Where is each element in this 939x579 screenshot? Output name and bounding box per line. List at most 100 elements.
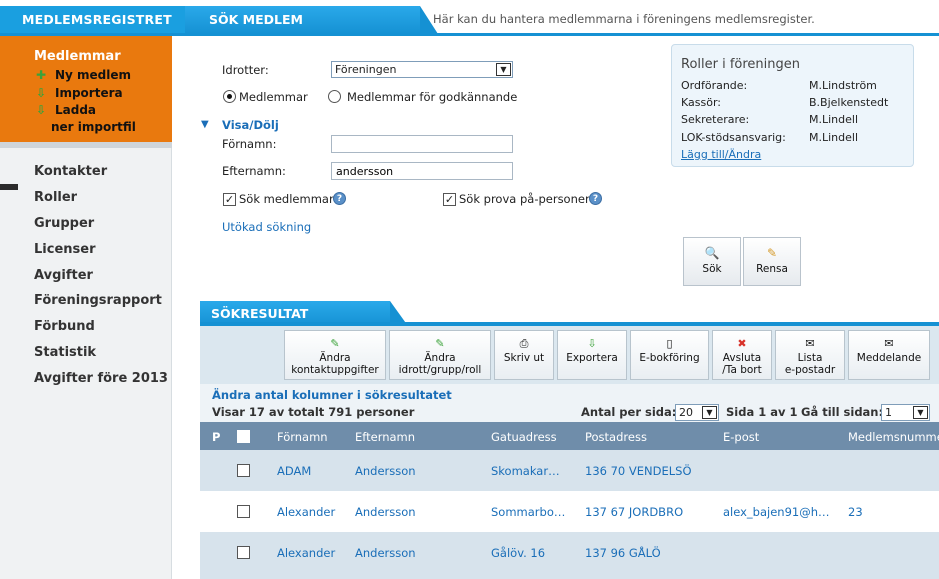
goto-label: Gå till sidan: bbox=[801, 405, 884, 419]
extended-search-link[interactable]: Utökad sökning bbox=[222, 220, 311, 234]
pencil-icon: ✎ bbox=[435, 337, 445, 350]
visa-dolj-toggle[interactable]: Visa/Dölj bbox=[222, 118, 279, 132]
pencil-icon: ✎ bbox=[766, 246, 778, 260]
sidebar-item-statistik[interactable]: Statistik bbox=[34, 345, 96, 360]
goto-page-value: 1 bbox=[885, 406, 892, 419]
cell-fornamn[interactable]: ADAM bbox=[277, 464, 311, 478]
sidebar-item-avgifter[interactable]: Avgifter bbox=[34, 268, 93, 283]
print-icon: ⎙ bbox=[519, 337, 529, 350]
fornamn-label: Förnamn: bbox=[222, 137, 277, 151]
help-icon[interactable]: ? bbox=[333, 192, 346, 205]
cell-efternamn[interactable]: Andersson bbox=[355, 546, 416, 560]
column-header-gatuadress[interactable]: Gatuadress bbox=[491, 430, 557, 444]
delete-icon: ✖ bbox=[737, 337, 747, 350]
sidebar-item-licenser[interactable]: Licenser bbox=[34, 242, 95, 257]
plus-icon: ✚ bbox=[36, 68, 47, 82]
column-header-fornamn[interactable]: Förnamn bbox=[277, 430, 328, 444]
sidebar-item-forbund[interactable]: Förbund bbox=[34, 319, 95, 334]
row-checkbox[interactable] bbox=[237, 546, 250, 559]
ebookkeeping-button[interactable]: ▯ E-bokföring bbox=[630, 330, 709, 380]
sidebar: Medlemmar ✚ Ny medlem ⇩ Importera ⇩ Ladd… bbox=[0, 36, 172, 579]
print-button[interactable]: ⎙ Skriv ut bbox=[494, 330, 554, 380]
cell-fornamn[interactable]: Alexander bbox=[277, 546, 335, 560]
cell-gatuadress[interactable]: Sommarbo… bbox=[491, 505, 565, 519]
chevron-down-icon: ▼ bbox=[496, 63, 511, 76]
column-header-p[interactable]: P bbox=[212, 430, 220, 444]
sidebar-item-grupper[interactable]: Grupper bbox=[34, 216, 94, 231]
cell-postadress[interactable]: 136 70 VENDELSÖ bbox=[585, 464, 692, 478]
column-header-postadress[interactable]: Postadress bbox=[585, 430, 647, 444]
cell-fornamn[interactable]: Alexander bbox=[277, 505, 335, 519]
sidebar-item-ladda[interactable]: Ladda bbox=[55, 103, 96, 117]
edit-sport-group-button[interactable]: ✎ Ändra idrott/grupp/roll bbox=[389, 330, 491, 380]
idrotter-label: Idrotter: bbox=[222, 63, 269, 77]
idrotter-selected-value: Föreningen bbox=[335, 63, 397, 76]
magnifier-icon: 🔍 bbox=[704, 246, 720, 260]
column-header-efternamn[interactable]: Efternamn bbox=[355, 430, 415, 444]
terminate-delete-button[interactable]: ✖ Avsluta /Ta bort bbox=[712, 330, 772, 380]
check-trial[interactable]: ✓ bbox=[443, 193, 456, 206]
edit-contact-button[interactable]: ✎ Ändra kontaktuppgifter bbox=[284, 330, 386, 380]
cell-efternamn[interactable]: Andersson bbox=[355, 505, 416, 519]
sidebar-item-roller[interactable]: Roller bbox=[34, 190, 77, 205]
change-columns-link[interactable]: Ändra antal kolumner i sökresultatet bbox=[212, 388, 452, 402]
message-button[interactable]: ✉ Meddelande bbox=[848, 330, 930, 380]
efternamn-input[interactable] bbox=[331, 162, 513, 180]
sidebar-item-importera[interactable]: Importera bbox=[55, 86, 123, 100]
help-icon[interactable]: ? bbox=[589, 192, 602, 205]
radio-members-label: Medlemmar bbox=[239, 90, 308, 104]
message-icon: ✉ bbox=[884, 337, 894, 350]
cell-gatuadress[interactable]: Skomakar… bbox=[491, 464, 560, 478]
export-button[interactable]: ⇩ Exportera bbox=[557, 330, 627, 380]
idrotter-select[interactable]: Föreningen ▼ bbox=[331, 61, 513, 78]
role-name: M.Lindell bbox=[809, 131, 859, 144]
button-label: Meddelande bbox=[856, 352, 922, 364]
page-tagline: Här kan du hantera medlemmarna i förenin… bbox=[433, 12, 815, 26]
per-page-select[interactable]: 20 ▼ bbox=[675, 404, 719, 421]
cell-epost[interactable]: alex_bajen91@h… bbox=[723, 505, 830, 519]
cell-medlemsnummer[interactable]: 23 bbox=[848, 505, 863, 519]
sidebar-item-avgifter-fore-2013[interactable]: Avgifter före 2013 bbox=[34, 371, 168, 386]
cell-postadress[interactable]: 137 96 GÅLÖ bbox=[585, 546, 661, 560]
efternamn-label: Efternamn: bbox=[222, 164, 286, 178]
cell-postadress[interactable]: 137 67 JORDBRO bbox=[585, 505, 683, 519]
sidebar-item-kontakter[interactable]: Kontakter bbox=[34, 164, 107, 179]
sidebar-section-title[interactable]: Medlemmar bbox=[34, 49, 121, 64]
button-label: E-bokföring bbox=[639, 352, 700, 364]
sidebar-section-medlemmar: Medlemmar ✚ Ny medlem ⇩ Importera ⇩ Ladd… bbox=[0, 36, 172, 148]
radio-approval[interactable] bbox=[328, 90, 341, 103]
radio-approval-label: Medlemmar för godkännande bbox=[347, 90, 518, 104]
table-row: Alexander Andersson Gålöv. 16 137 96 GÅL… bbox=[200, 532, 939, 579]
pencil-icon: ✎ bbox=[330, 337, 340, 350]
chevron-down-icon: ▼ bbox=[913, 406, 928, 419]
cell-efternamn[interactable]: Andersson bbox=[355, 464, 416, 478]
row-checkbox[interactable] bbox=[237, 464, 250, 477]
check-members[interactable]: ✓ bbox=[223, 193, 236, 206]
results-info-bar: Ändra antal kolumner i sökresultatet Vis… bbox=[200, 384, 939, 422]
button-label: Ändra bbox=[319, 352, 351, 364]
radio-members[interactable] bbox=[223, 90, 236, 103]
email-list-button[interactable]: ✉ Lista e-postadr bbox=[775, 330, 845, 380]
sidebar-item-ner-importfil[interactable]: ner importfil bbox=[51, 120, 136, 134]
cell-gatuadress[interactable]: Gålöv. 16 bbox=[491, 546, 545, 560]
fornamn-input[interactable] bbox=[331, 135, 513, 153]
chevron-down-icon: ▼ bbox=[702, 406, 717, 419]
roles-edit-link[interactable]: Lägg till/Ändra bbox=[681, 148, 761, 161]
per-page-value: 20 bbox=[679, 406, 693, 419]
goto-page-select[interactable]: 1 ▼ bbox=[881, 404, 930, 421]
button-label: kontaktuppgifter bbox=[291, 364, 379, 376]
column-header-epost[interactable]: E-post bbox=[723, 430, 759, 444]
row-checkbox[interactable] bbox=[237, 505, 250, 518]
roles-panel: Roller i föreningen Ordförande: M.Lindst… bbox=[671, 44, 914, 167]
role-name: M.Lindström bbox=[809, 79, 877, 92]
select-all-checkbox[interactable] bbox=[237, 430, 250, 443]
results-table-header: P Förnamn Efternamn Gatuadress Postadres… bbox=[200, 422, 939, 450]
sidebar-item-ny-medlem[interactable]: Ny medlem bbox=[55, 68, 131, 82]
search-button-label: Sök bbox=[702, 263, 722, 275]
button-label: /Ta bort bbox=[722, 364, 762, 376]
search-button[interactable]: 🔍 Sök bbox=[683, 237, 741, 286]
column-header-medlemsnummer[interactable]: Medlemsnumme bbox=[848, 430, 939, 444]
brand-title: MEDLEMSREGISTRET bbox=[0, 6, 185, 34]
sidebar-item-foreningsrapport[interactable]: Föreningsrapport bbox=[34, 293, 162, 308]
clear-button[interactable]: ✎ Rensa bbox=[743, 237, 801, 286]
